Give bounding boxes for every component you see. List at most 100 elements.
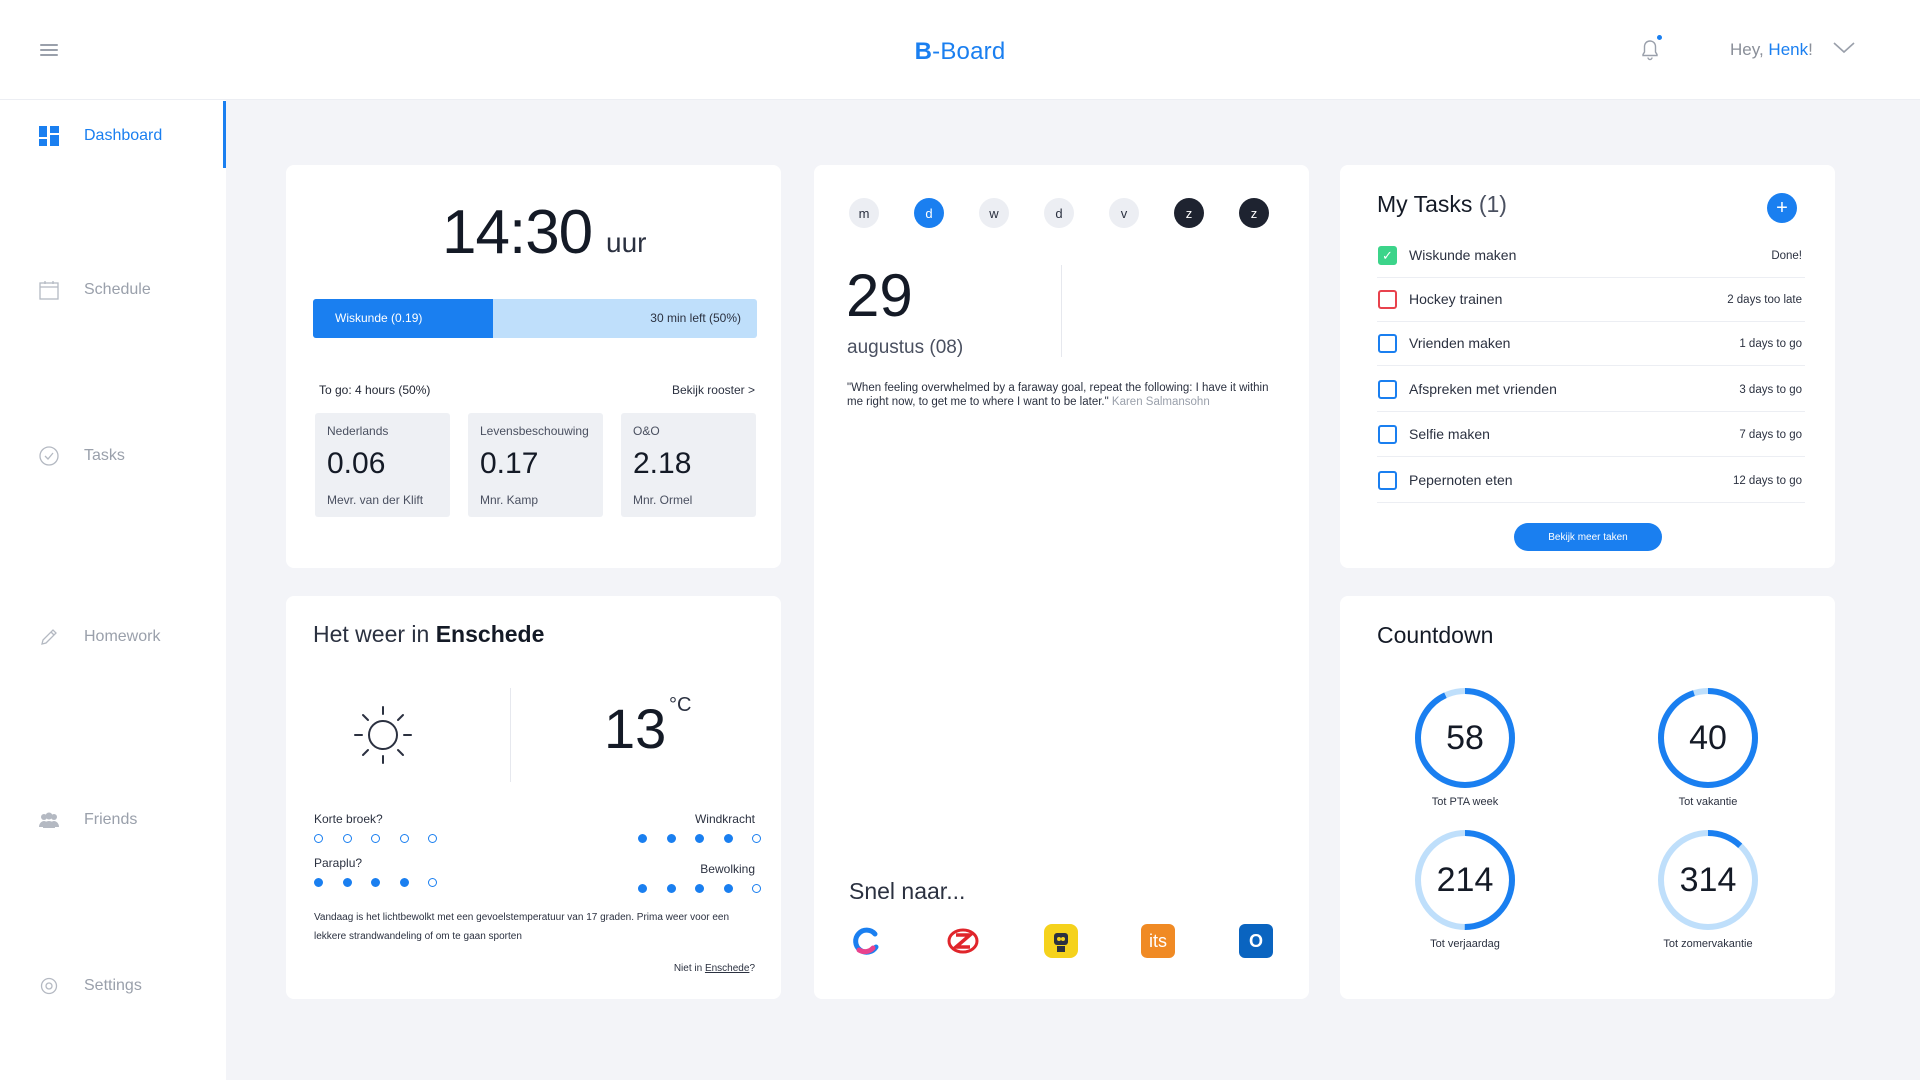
- countdown-value: 40: [1689, 718, 1727, 757]
- task-row: ✓ Wiskunde maken Done!: [1377, 234, 1805, 278]
- countdown-title: Countdown: [1377, 622, 1494, 648]
- subject-card[interactable]: O&O 2.18 Mnr. Ormel: [621, 413, 756, 517]
- quote-author: Karen Salmansohn: [1111, 396, 1210, 408]
- temperature-value: 13: [604, 697, 667, 760]
- time-unit: uur: [606, 227, 647, 258]
- task-name: Wiskunde maken: [1409, 247, 1517, 263]
- sidebar-item-homework[interactable]: Homework: [38, 622, 160, 652]
- sun-icon: [351, 703, 415, 767]
- indicator-dot: [723, 834, 733, 843]
- sidebar-item-dashboard[interactable]: Dashboard: [38, 121, 162, 151]
- subject-teacher: Mnr. Kamp: [480, 493, 539, 507]
- grid-icon: [38, 125, 60, 147]
- subject-name: O&O: [633, 424, 660, 438]
- user-greeting[interactable]: Hey, Henk!: [1730, 40, 1813, 60]
- z-app-icon[interactable]: [946, 924, 980, 958]
- task-due: 1 days to go: [1739, 338, 1802, 350]
- indicator-dot: [428, 878, 437, 887]
- subject-name: Nederlands: [327, 424, 389, 438]
- quick-links-title: Snel naar...: [849, 878, 966, 904]
- add-task-button[interactable]: +: [1767, 193, 1797, 223]
- not-in-city-link[interactable]: Niet in Enschede?: [674, 963, 755, 974]
- indicator-dot: [342, 878, 352, 887]
- day-button[interactable]: v: [1109, 198, 1139, 228]
- sidebar-item-label: Homework: [84, 628, 161, 645]
- indicator-dot: [428, 834, 437, 843]
- current-time: 14:30: [442, 198, 593, 267]
- indicator-dots: [638, 834, 761, 844]
- view-more-tasks-button[interactable]: Bekijk meer taken: [1514, 523, 1662, 551]
- sidebar-item-label: Dashboard: [84, 127, 163, 144]
- top-bar: B-Board Hey, Henk!: [0, 0, 1920, 100]
- indicator-dot: [342, 834, 352, 843]
- countdown-label: Tot vakantie: [1678, 796, 1738, 808]
- sidebar-item-settings[interactable]: Settings: [38, 971, 142, 1001]
- countdown-label: Tot verjaardag: [1430, 938, 1500, 950]
- time-left-label: 30 min left (50%): [650, 311, 741, 325]
- day-button[interactable]: z: [1239, 198, 1269, 228]
- task-name: Pepernoten eten: [1409, 472, 1513, 488]
- task-checkbox[interactable]: [1378, 380, 1397, 399]
- tasks-title: My Tasks (1): [1377, 191, 1507, 217]
- task-due: 3 days to go: [1739, 384, 1802, 396]
- sidebar-item-schedule[interactable]: Schedule: [38, 275, 151, 305]
- its-app-icon[interactable]: its: [1141, 924, 1175, 958]
- task-checkbox[interactable]: [1378, 290, 1397, 309]
- pencil-icon: [38, 626, 60, 648]
- task-checkbox[interactable]: ✓: [1378, 246, 1397, 265]
- task-checkbox[interactable]: [1378, 425, 1397, 444]
- tasks-card: My Tasks (1) + ✓ Wiskunde maken Done! Ho…: [1340, 165, 1835, 568]
- check-circle-icon: [38, 445, 60, 467]
- countdown-value: 314: [1679, 860, 1737, 899]
- indicator-dot: [666, 884, 676, 893]
- subject-card[interactable]: Nederlands 0.06 Mevr. van der Klift: [315, 413, 450, 517]
- task-name: Vrienden maken: [1409, 335, 1511, 351]
- indicator-label: Bewolking: [700, 862, 755, 876]
- task-name: Afspreken met vrienden: [1409, 381, 1557, 397]
- task-name: Selfie maken: [1409, 426, 1490, 442]
- sidebar-item-friends[interactable]: Friends: [38, 805, 137, 835]
- indicator-dots: [314, 834, 437, 844]
- day-button[interactable]: m: [849, 198, 879, 228]
- countdown-ring: 40: [1656, 686, 1760, 790]
- countdown-value: 58: [1446, 718, 1484, 757]
- subject-name: Levensbeschouwing: [480, 424, 589, 438]
- task-checkbox[interactable]: [1378, 334, 1397, 353]
- indicator-dots: [314, 878, 437, 888]
- view-schedule-link[interactable]: Bekijk rooster >: [672, 383, 755, 397]
- indicator-dot: [371, 878, 380, 887]
- day-button[interactable]: w: [979, 198, 1009, 228]
- task-row: Selfie maken 7 days to go: [1377, 413, 1805, 457]
- outlook-app-icon[interactable]: O: [1239, 924, 1273, 958]
- task-due: 7 days to go: [1739, 429, 1802, 441]
- chevron-down-icon[interactable]: [1832, 38, 1856, 56]
- indicator-dot: [752, 834, 761, 843]
- sidebar-item-label: Tasks: [84, 447, 125, 464]
- day-button[interactable]: d: [1044, 198, 1074, 228]
- robot-app-icon[interactable]: [1044, 924, 1078, 958]
- date-day: 29: [846, 262, 913, 329]
- date-month: augustus (08): [847, 337, 964, 358]
- sidebar-item-tasks[interactable]: Tasks: [38, 441, 125, 471]
- to-go-label: To go: 4 hours (50%): [319, 383, 431, 397]
- notification-dot: [1656, 34, 1663, 41]
- calendar-icon: [38, 279, 60, 301]
- countdown-label: Tot zomervakantie: [1663, 938, 1753, 950]
- day-button[interactable]: d: [914, 198, 944, 228]
- weather-divider: [510, 688, 511, 782]
- lesson-progress-bar: Wiskunde (0.19) 30 min left (50%): [313, 299, 757, 338]
- indicator-dot: [752, 884, 761, 893]
- indicator-dot: [314, 834, 323, 843]
- day-button[interactable]: z: [1174, 198, 1204, 228]
- date-divider: [1061, 265, 1062, 357]
- indicator-dot: [666, 834, 676, 843]
- task-checkbox[interactable]: [1378, 471, 1397, 490]
- indicator-dot: [695, 884, 704, 893]
- c-app-icon[interactable]: [849, 924, 883, 958]
- temperature-unit: °C: [669, 694, 692, 716]
- subject-card[interactable]: Levensbeschouwing 0.17 Mnr. Kamp: [468, 413, 603, 517]
- notification-bell-icon[interactable]: [1640, 34, 1663, 62]
- task-row: Hockey trainen 2 days too late: [1377, 278, 1805, 322]
- indicator-dot: [695, 834, 704, 843]
- calendar-card: m d w d v z z 29 augustus (08) "When fee…: [814, 165, 1309, 999]
